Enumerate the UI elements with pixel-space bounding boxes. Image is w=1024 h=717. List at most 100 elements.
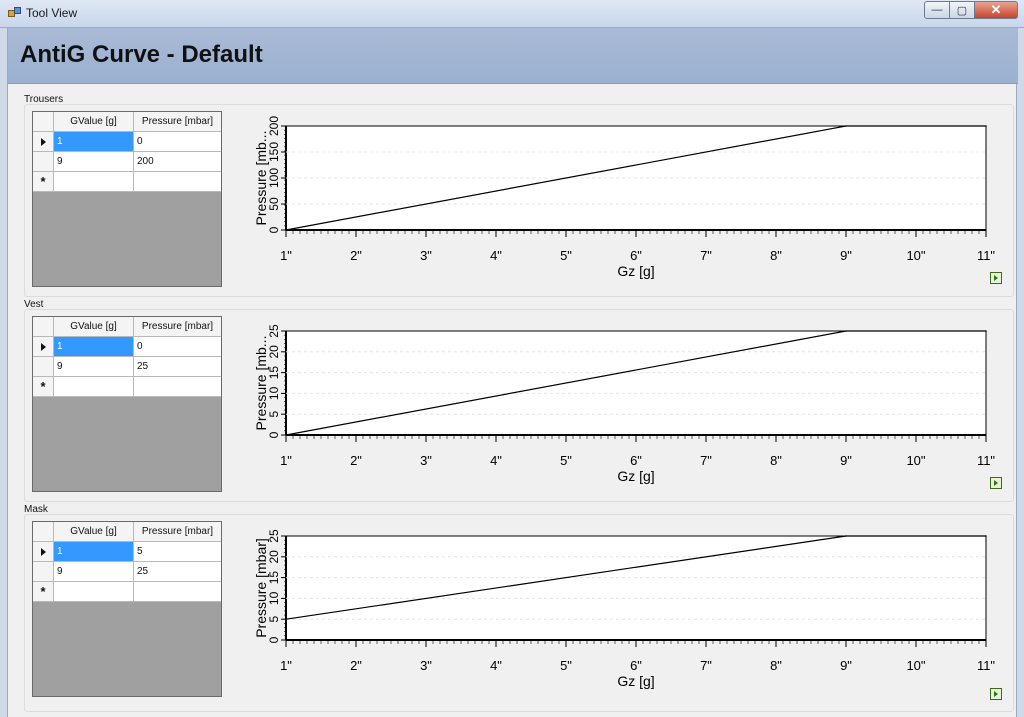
column-header-pressure[interactable]: Pressure [mbar] [134,317,221,337]
page-title: AntiG Curve - Default [20,41,263,68]
chart-navigate-icon[interactable] [990,688,1002,700]
row-header[interactable] [33,152,54,172]
pressure-cell[interactable] [134,377,221,397]
gvalue-cell[interactable]: 1 [54,132,134,152]
x-tick-label: 6" [630,248,642,263]
y-axis-title: Pressure [mb... [253,131,269,226]
y-tick-label: 15 [267,571,281,585]
new-row[interactable]: * [33,172,221,192]
grid-header-row: GValue [g] Pressure [mbar] [33,112,221,132]
row-header[interactable] [33,357,54,377]
x-axis-title: Gz [g] [617,468,654,484]
y-tick-label: 20 [267,345,281,359]
y-tick-label: 200 [267,116,281,136]
chart[interactable]: 0 5 10 15 20 25 1" 2" 3" 4" 5" 6" 7" 8" 9" 10" 11" Gz [g]… [214,514,1014,704]
y-tick-label: 25 [267,324,281,338]
table-row[interactable]: 9 200 [33,152,221,172]
pressure-cell[interactable] [134,582,221,602]
x-tick-label: 8" [770,248,782,263]
curve-point [285,229,287,231]
x-tick-label: 8" [770,453,782,468]
y-tick-label: 0 [267,431,281,438]
row-header[interactable] [33,337,54,357]
row-header-corner [33,112,54,132]
y-tick-label: 20 [267,550,281,564]
header-band: AntiG Curve - Default [8,28,1018,84]
new-row-icon: * [40,583,46,599]
data-grid[interactable]: GValue [g] Pressure [mbar] 1 5 9 25 * [32,521,222,697]
new-row[interactable]: * [33,377,221,397]
current-row-icon [40,547,46,556]
y-tick-label: 100 [267,168,281,188]
pressure-cell[interactable]: 200 [134,152,221,172]
row-header[interactable] [33,542,54,562]
x-tick-label: 10" [906,248,925,263]
window-controls: — ▢ ✕ [924,1,1018,21]
y-tick-label: 10 [267,591,281,605]
y-tick-label: 50 [267,197,281,211]
gvalue-cell[interactable]: 9 [54,152,134,172]
row-header[interactable]: * [33,377,54,397]
row-header[interactable]: * [33,582,54,602]
maximize-button[interactable]: ▢ [950,1,975,19]
column-header-gvalue[interactable]: GValue [g] [54,317,134,337]
gvalue-cell[interactable]: 9 [54,562,134,582]
table-row[interactable]: 1 0 [33,337,221,357]
pressure-cell[interactable]: 25 [134,562,221,582]
y-tick-label: 150 [267,142,281,162]
x-tick-label: 9" [840,658,852,673]
grid-header-row: GValue [g] Pressure [mbar] [33,317,221,337]
table-row[interactable]: 9 25 [33,357,221,377]
y-tick-label: 0 [267,636,281,643]
curve-point [985,330,987,332]
x-tick-label: 3" [420,658,432,673]
x-tick-label: 11" [977,658,995,673]
pressure-cell[interactable] [134,172,221,192]
minimize-button[interactable]: — [924,1,950,19]
new-row-icon: * [40,173,46,189]
table-row[interactable]: 1 5 [33,542,221,562]
pressure-cell[interactable]: 25 [134,357,221,377]
pressure-cell[interactable]: 5 [134,542,221,562]
column-header-gvalue[interactable]: GValue [g] [54,112,134,132]
row-header[interactable] [33,562,54,582]
column-header-pressure[interactable]: Pressure [mbar] [134,522,221,542]
x-tick-label: 2" [350,453,362,468]
current-row-icon [40,137,46,146]
pressure-cell[interactable]: 0 [134,337,221,357]
row-header[interactable]: * [33,172,54,192]
chart-navigate-icon[interactable] [990,477,1002,489]
gvalue-cell[interactable]: 1 [54,337,134,357]
x-tick-label: 5" [560,658,572,673]
current-row-icon [40,342,46,351]
row-header[interactable] [33,132,54,152]
x-tick-label: 11" [977,453,995,468]
column-header-pressure[interactable]: Pressure [mbar] [134,112,221,132]
chart-navigate-icon[interactable] [990,272,1002,284]
close-button[interactable]: ✕ [975,1,1018,19]
data-grid[interactable]: GValue [g] Pressure [mbar] 1 0 9 200 * [32,111,222,287]
column-header-gvalue[interactable]: GValue [g] [54,522,134,542]
window-titlebar[interactable]: Tool View — ▢ ✕ [0,0,1024,28]
x-tick-label: 11" [977,248,995,263]
x-axis-title: Gz [g] [617,263,654,279]
x-tick-label: 1" [280,248,292,263]
gvalue-cell[interactable]: 9 [54,357,134,377]
curve-point [985,535,987,537]
gvalue-cell[interactable] [54,582,134,602]
x-tick-label: 4" [490,658,502,673]
x-tick-label: 1" [280,453,292,468]
table-row[interactable]: 9 25 [33,562,221,582]
chart[interactable]: 0 5 10 15 20 25 1" 2" 3" 4" 5" 6" 7" 8" 9" 10" 11" Gz [g]… [214,309,1014,499]
table-row[interactable]: 1 0 [33,132,221,152]
gvalue-cell[interactable] [54,172,134,192]
chart[interactable]: 0 50 100 150 200 1" 2" 3" 4" 5" 6" 7" 8" 9" 10" 11" Gz [… [214,104,1014,294]
data-grid[interactable]: GValue [g] Pressure [mbar] 1 0 9 25 * [32,316,222,492]
y-axis-title: Pressure [mb... [253,336,269,431]
pressure-cell[interactable]: 0 [134,132,221,152]
x-tick-label: 2" [350,248,362,263]
new-row[interactable]: * [33,582,221,602]
gvalue-cell[interactable] [54,377,134,397]
gvalue-cell[interactable]: 1 [54,542,134,562]
grid-header-row: GValue [g] Pressure [mbar] [33,522,221,542]
